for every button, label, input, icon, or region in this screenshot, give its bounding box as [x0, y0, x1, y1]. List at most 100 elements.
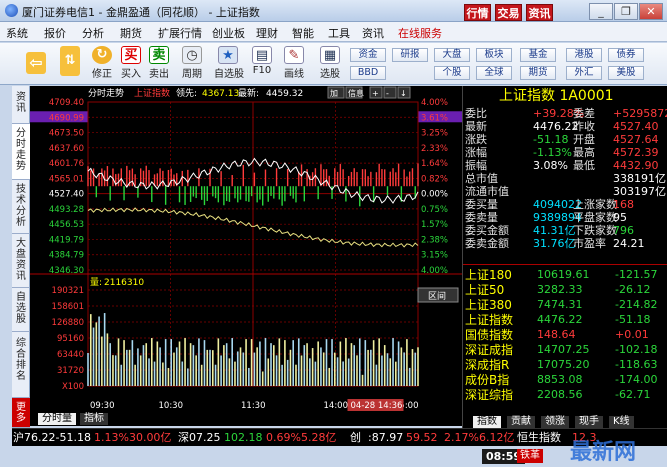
tab-technical[interactable]: 技术分析: [12, 180, 30, 234]
back-button[interactable]: ⇦: [22, 46, 50, 82]
tab-intraday[interactable]: 分时走势: [12, 124, 30, 180]
menu-system[interactable]: 系统: [6, 25, 28, 41]
period-button[interactable]: ◷ 周期: [178, 46, 206, 82]
sell-button[interactable]: 卖 卖出: [145, 46, 173, 82]
global-button[interactable]: 全球: [476, 66, 512, 80]
price-tick-label: 4493.28: [49, 205, 84, 215]
stock-picker-button[interactable]: ▦ 选股: [316, 46, 344, 82]
tab-volume[interactable]: 分时量: [38, 413, 76, 425]
research-button[interactable]: 研报: [392, 48, 428, 62]
quote-label-2: 昨收: [573, 120, 595, 133]
pct-tick-label: 0.75%: [421, 205, 448, 215]
us-stocks-button[interactable]: 美股: [608, 66, 644, 80]
chart-btn-label-0[interactable]: 加: [330, 88, 338, 98]
intraday-chart-panel[interactable]: 分时走势 上证指数 领先: 4367.13 最新: 4459.32 加信息 + - ↓ 4709.4…: [30, 86, 462, 416]
vol-tick-label: 126880: [52, 318, 84, 328]
draw-line-button[interactable]: ✎ 画线: [280, 46, 308, 82]
forex-button[interactable]: 外汇: [566, 66, 602, 80]
chart-lead-value: 4367.13: [202, 89, 239, 99]
index-name[interactable]: 上证指数: [465, 314, 513, 326]
buy-button[interactable]: 买 买入: [117, 46, 145, 82]
news-button[interactable]: 资讯: [526, 4, 553, 21]
chart-header-index: 上证指数: [134, 87, 170, 99]
fund-button[interactable]: 基金: [520, 48, 556, 62]
f10-button[interactable]: ▤ F10: [248, 46, 276, 82]
trade-button[interactable]: 交易: [495, 4, 522, 21]
tab-more[interactable]: 更多: [12, 398, 30, 428]
quote-label: 委买量: [465, 198, 498, 211]
menu-info[interactable]: 资讯: [362, 25, 384, 41]
date-badge: 04-28 14:36: [351, 401, 403, 411]
time-tick-label: 10:30: [159, 401, 184, 411]
chart-btn-label-2[interactable]: +: [372, 89, 379, 98]
ticker-gem: 创: [350, 431, 361, 444]
tab-news[interactable]: 资讯: [12, 86, 30, 124]
quote-label-2: 上涨家数: [573, 198, 617, 211]
index-name[interactable]: 国债指数: [465, 329, 513, 341]
pct-tick-label: 3.15%: [421, 251, 448, 261]
minimize-button[interactable]: _: [589, 3, 613, 20]
index-name[interactable]: 上证180: [465, 269, 512, 281]
funds-button[interactable]: 资金: [350, 48, 386, 62]
index-name[interactable]: 深证综指: [465, 389, 513, 401]
quote-label: 委比: [465, 107, 487, 120]
quote-label: 流通市值: [465, 185, 509, 198]
chart-btn-label-4[interactable]: ↓: [400, 89, 407, 98]
futures-button[interactable]: 期货: [520, 66, 556, 80]
quote-tab-1[interactable]: 贡献: [507, 416, 535, 428]
quote-tab-2[interactable]: 领涨: [541, 416, 569, 428]
pct-tick-label: 0.82%: [421, 174, 448, 184]
bottom-status-bar: 08:59 铁革 最新网: [12, 442, 667, 467]
quote-label: 振幅: [465, 159, 487, 172]
index-value: 8853.08: [537, 373, 583, 386]
index-name[interactable]: 上证50: [465, 284, 504, 296]
picker-icon: ▦: [320, 46, 340, 64]
index-change: -214.82: [615, 298, 658, 311]
tab-indicator[interactable]: 指标: [80, 413, 108, 425]
vol-tick-label: 190321: [52, 286, 84, 296]
menu-tools[interactable]: 工具: [328, 25, 350, 41]
updown-button[interactable]: ⇅: [56, 46, 84, 82]
hk-stocks-button[interactable]: 港股: [566, 48, 602, 62]
draw-line-label: 画线: [284, 69, 304, 80]
tab-market-info[interactable]: 大盘资讯: [12, 234, 30, 288]
menu-smart[interactable]: 智能: [292, 25, 314, 41]
index-name[interactable]: 成份B指: [465, 374, 509, 386]
tab-ranking[interactable]: 综合排名: [12, 332, 30, 398]
market-index-button[interactable]: 大盘: [434, 48, 470, 62]
sector-button[interactable]: 板块: [476, 48, 512, 62]
index-value: 3282.33: [537, 283, 583, 296]
watchlist-button[interactable]: ★ 自选股: [214, 46, 244, 82]
individual-stock-button[interactable]: 个股: [434, 66, 470, 80]
menu-online-service[interactable]: 在线服务: [398, 25, 442, 41]
title-bar: 厦门证券电信1 - 金鼎盈通（同花顺） - 上证指数 行情 交易 资讯 _ ❐ …: [0, 0, 667, 22]
intraday-chart[interactable]: 分时走势 上证指数 领先: 4367.13最新: 4459.32 加信息 + - ↓ 4709.4…: [30, 86, 462, 416]
menu-extended[interactable]: 扩展行情: [158, 25, 202, 41]
interval-button-label[interactable]: 区间: [428, 290, 446, 302]
close-button[interactable]: ✕: [639, 3, 663, 20]
index-name[interactable]: 深成指R: [465, 359, 509, 371]
menu-analysis[interactable]: 分析: [82, 25, 104, 41]
chart-btn-label-3[interactable]: -: [386, 89, 389, 98]
market-button[interactable]: 行情: [464, 4, 491, 21]
bonds-button[interactable]: 债券: [608, 48, 644, 62]
menu-gem[interactable]: 创业板: [212, 25, 245, 41]
quote-tab-0[interactable]: 指数: [473, 416, 501, 428]
menu-futures[interactable]: 期货: [120, 25, 142, 41]
refresh-button[interactable]: ↻ 修正: [88, 46, 116, 82]
quote-value-2: 4527.64: [613, 133, 659, 146]
chart-btn-label-1[interactable]: 信息: [348, 88, 364, 98]
index-value: 4476.22: [537, 313, 583, 326]
ticker-sh-pct: 1.13%30.00亿: [94, 431, 172, 444]
index-name[interactable]: 深证成指: [465, 344, 513, 356]
index-name[interactable]: 上证380: [465, 299, 512, 311]
quote-tab-4[interactable]: K线: [609, 416, 634, 428]
quote-tab-3[interactable]: 现手: [575, 416, 603, 428]
quote-label-2: 委差: [573, 107, 595, 120]
menu-quote[interactable]: 报价: [44, 25, 66, 41]
menu-finance[interactable]: 理财: [256, 25, 278, 41]
tab-watchlist[interactable]: 自选股: [12, 288, 30, 332]
bbd-button[interactable]: BBD: [350, 66, 386, 80]
maximize-button[interactable]: ❐: [614, 3, 638, 20]
price-tick-label: 4527.40: [49, 190, 84, 200]
